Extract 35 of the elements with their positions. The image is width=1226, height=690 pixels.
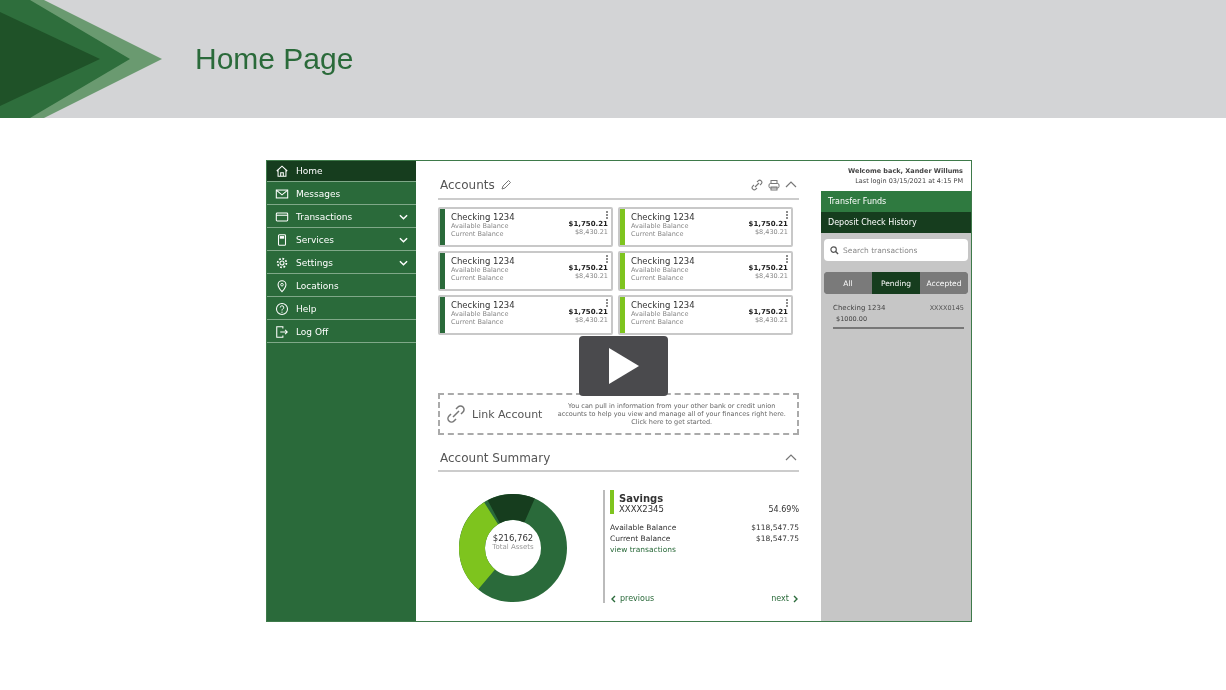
account-name: Savings — [619, 493, 664, 504]
chevron-right-icon — [793, 594, 799, 603]
calculator-icon — [275, 233, 289, 247]
pencil-icon[interactable] — [499, 179, 512, 192]
account-name: Checking 1234 — [451, 211, 516, 222]
play-icon — [608, 348, 639, 384]
account-name: Checking 1234 — [631, 211, 696, 222]
total-value: $216,762 — [492, 533, 534, 543]
next-link[interactable]: next — [771, 594, 799, 603]
slide-title: Home Page — [195, 42, 354, 76]
account-number: XXXX2345 — [619, 504, 664, 514]
card-icon — [275, 210, 289, 224]
chevron-left-icon — [610, 594, 616, 603]
sidebar-item[interactable]: Home — [267, 161, 416, 182]
location-pin-icon — [275, 279, 289, 293]
help-icon — [275, 302, 289, 316]
account-name: Checking 1234 — [451, 255, 516, 266]
logout-icon — [275, 325, 289, 339]
account-name: Checking 1234 — [451, 299, 516, 310]
link-icon[interactable] — [751, 179, 763, 192]
printer-icon[interactable] — [768, 179, 780, 192]
link-account-label: Link Account — [472, 407, 543, 421]
panel-tab[interactable]: Deposit Check History — [821, 212, 971, 233]
account-name: Checking 1234 — [631, 255, 696, 266]
section-title: Account Summary — [440, 450, 551, 465]
previous-link[interactable]: previous — [610, 594, 655, 603]
envelope-icon — [275, 187, 289, 201]
account-name: Checking 1234 — [631, 299, 696, 310]
section-title: Accounts — [440, 178, 495, 193]
account-percent: 54.69% — [768, 505, 799, 514]
play-button[interactable] — [579, 336, 668, 396]
panel-tab[interactable]: Transfer Funds — [821, 191, 971, 212]
link-icon — [446, 404, 466, 424]
home-icon — [275, 164, 289, 178]
gear-icon — [275, 256, 289, 270]
